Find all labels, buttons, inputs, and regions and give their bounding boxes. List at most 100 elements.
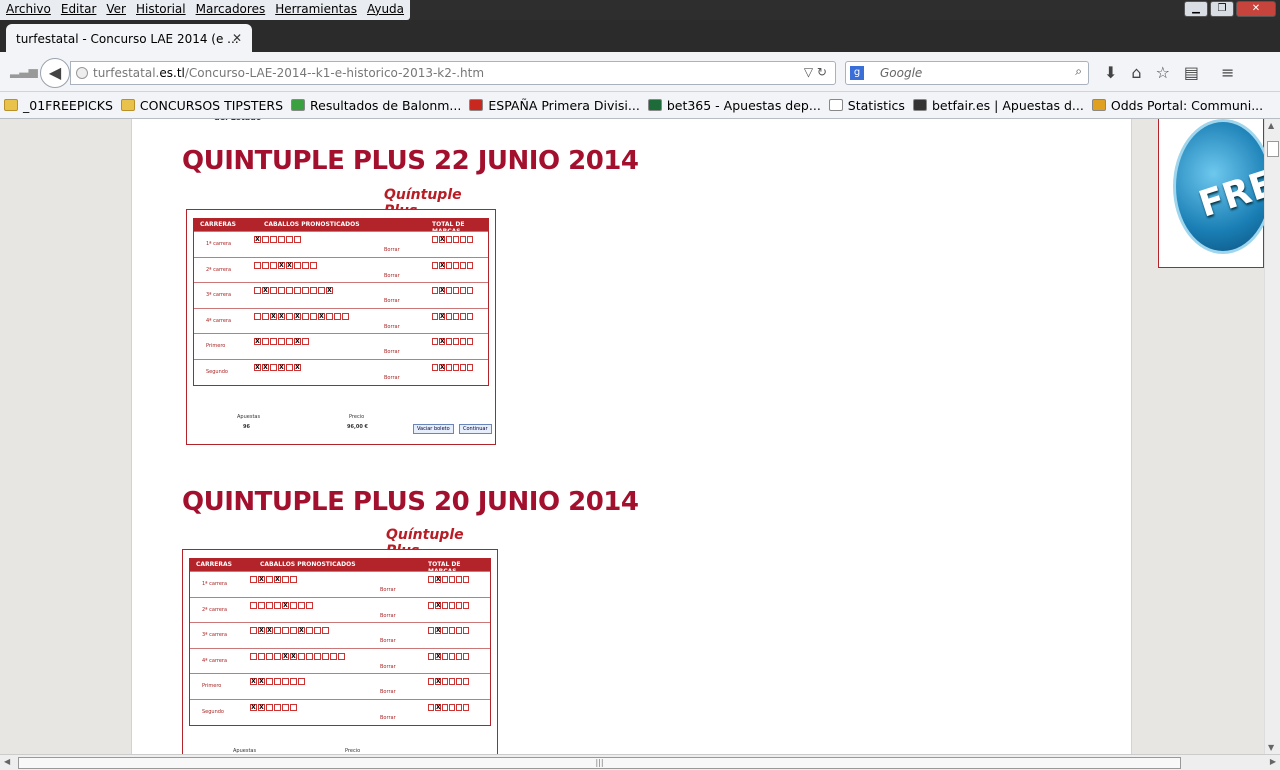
horse-checkbox[interactable]: X [254, 363, 261, 371]
horse-checkbox[interactable] [322, 652, 329, 660]
horse-checkbox[interactable] [274, 627, 281, 634]
horse-checkbox[interactable] [330, 652, 337, 660]
horse-checkbox[interactable] [294, 236, 301, 243]
horse-checkbox[interactable] [262, 261, 269, 269]
horse-checkbox[interactable]: X [262, 287, 269, 294]
horse-checkbox[interactable] [258, 601, 265, 609]
horse-checkbox[interactable]: X [278, 261, 285, 269]
horse-checkbox[interactable] [282, 576, 289, 583]
horse-checkbox[interactable] [266, 601, 273, 609]
horse-checkbox[interactable] [282, 627, 289, 634]
horse-checkbox[interactable] [302, 338, 309, 345]
borrar-link[interactable]: Borrar [380, 715, 396, 721]
horse-checkbox[interactable] [338, 652, 345, 660]
search-icon[interactable]: ⌕ [1075, 64, 1082, 79]
horse-checkbox[interactable]: X [294, 338, 301, 345]
horse-checkbox[interactable]: X [282, 601, 289, 609]
horse-checkbox[interactable] [274, 601, 281, 609]
horse-checkbox[interactable] [270, 287, 277, 294]
horse-checkbox[interactable]: X [274, 576, 281, 583]
bookmark-item[interactable]: betfair.es | Apuestas d... [912, 98, 1084, 113]
horse-checkbox[interactable]: X [258, 627, 265, 634]
horse-checkbox[interactable] [326, 312, 333, 320]
horse-checkbox[interactable]: X [266, 627, 273, 634]
horse-checkbox[interactable] [302, 312, 309, 320]
horse-checkbox[interactable]: X [294, 312, 301, 320]
horse-checkbox[interactable] [262, 338, 269, 345]
borrar-link[interactable]: Borrar [384, 247, 400, 253]
menu-item[interactable]: Herramientas [271, 0, 363, 20]
ad-banner[interactable]: FREE [1158, 119, 1264, 268]
horse-checkbox[interactable] [282, 678, 289, 685]
borrar-link[interactable]: Borrar [380, 613, 396, 619]
horse-checkbox[interactable]: X [318, 312, 325, 320]
horse-checkbox[interactable]: X [278, 312, 285, 320]
horse-checkbox[interactable]: X [282, 652, 289, 660]
horse-checkbox[interactable]: X [258, 576, 265, 583]
horse-checkbox[interactable] [334, 312, 341, 320]
horse-checkbox[interactable] [314, 652, 321, 660]
menu-item[interactable]: Archivo [2, 0, 57, 20]
horse-checkbox[interactable] [286, 287, 293, 294]
horse-checkbox[interactable] [342, 312, 349, 320]
horse-checkbox[interactable]: X [270, 312, 277, 320]
horse-checkbox[interactable]: X [294, 363, 301, 371]
horse-checkbox[interactable] [278, 287, 285, 294]
horse-checkbox[interactable] [266, 703, 273, 711]
menu-hamburger-icon[interactable]: ≡ [1221, 63, 1234, 82]
horse-checkbox[interactable] [258, 652, 265, 660]
bookmark-item[interactable]: _01FREEPICKS [4, 98, 113, 113]
horse-checkbox[interactable]: X [326, 287, 333, 294]
url-bar[interactable]: turfestatal.es.tl/Concurso-LAE-2014--k1-… [70, 61, 836, 85]
horse-checkbox[interactable] [290, 576, 297, 583]
horse-checkbox[interactable] [250, 576, 257, 583]
horse-checkbox[interactable]: X [258, 703, 265, 711]
horse-checkbox[interactable] [286, 338, 293, 345]
download-icon[interactable]: ⬇ [1104, 63, 1117, 82]
bookmark-item[interactable]: bet365 - Apuestas dep... [647, 98, 821, 113]
horse-checkbox[interactable]: X [258, 678, 265, 685]
horse-checkbox[interactable] [306, 627, 313, 634]
horse-checkbox[interactable] [286, 363, 293, 371]
horse-checkbox[interactable] [298, 601, 305, 609]
google-icon[interactable]: g [850, 66, 864, 80]
borrar-link[interactable]: Borrar [384, 375, 400, 381]
horse-checkbox[interactable] [250, 601, 257, 609]
horse-checkbox[interactable] [254, 261, 261, 269]
bookmark-item[interactable]: CONCURSOS TIPSTERS [120, 98, 283, 113]
bookmark-item[interactable]: Statistics [828, 98, 905, 113]
continuar-button[interactable]: Continuar [459, 424, 492, 434]
borrar-link[interactable]: Borrar [380, 587, 396, 593]
horse-checkbox[interactable] [298, 652, 305, 660]
scroll-right-icon[interactable]: ▶ [1270, 757, 1276, 766]
horse-checkbox[interactable] [250, 627, 257, 634]
horse-checkbox[interactable] [270, 236, 277, 243]
horse-checkbox[interactable] [306, 652, 313, 660]
horse-checkbox[interactable] [294, 261, 301, 269]
borrar-link[interactable]: Borrar [380, 689, 396, 695]
horse-checkbox[interactable] [290, 678, 297, 685]
horse-checkbox[interactable] [302, 287, 309, 294]
horse-checkbox[interactable] [274, 652, 281, 660]
scroll-down-icon[interactable]: ▼ [1268, 743, 1274, 752]
borrar-link[interactable]: Borrar [380, 638, 396, 644]
maximize-icon[interactable]: ❐ [1210, 1, 1234, 17]
search-box[interactable]: g Google ⌕ [845, 61, 1089, 85]
horse-checkbox[interactable] [282, 703, 289, 711]
free-badge-image[interactable]: FREE [1173, 119, 1264, 254]
borrar-link[interactable]: Borrar [384, 273, 400, 279]
horse-checkbox[interactable] [310, 261, 317, 269]
horse-checkbox[interactable] [274, 703, 281, 711]
reload-icon[interactable]: ▽ ↻ [804, 65, 827, 79]
vaciar-boleto-button[interactable]: Vaciar boleto [413, 424, 454, 434]
horse-checkbox[interactable]: X [286, 261, 293, 269]
horse-checkbox[interactable] [310, 312, 317, 320]
horse-checkbox[interactable] [290, 703, 297, 711]
menu-item[interactable]: Editar [57, 0, 103, 20]
horse-checkbox[interactable] [290, 601, 297, 609]
vertical-scrollbar[interactable]: ▲ ▼ [1264, 119, 1280, 754]
horse-checkbox[interactable] [318, 287, 325, 294]
menu-item[interactable]: Ayuda [363, 0, 410, 20]
horse-checkbox[interactable] [266, 678, 273, 685]
close-window-icon[interactable]: ✕ [1236, 1, 1276, 17]
